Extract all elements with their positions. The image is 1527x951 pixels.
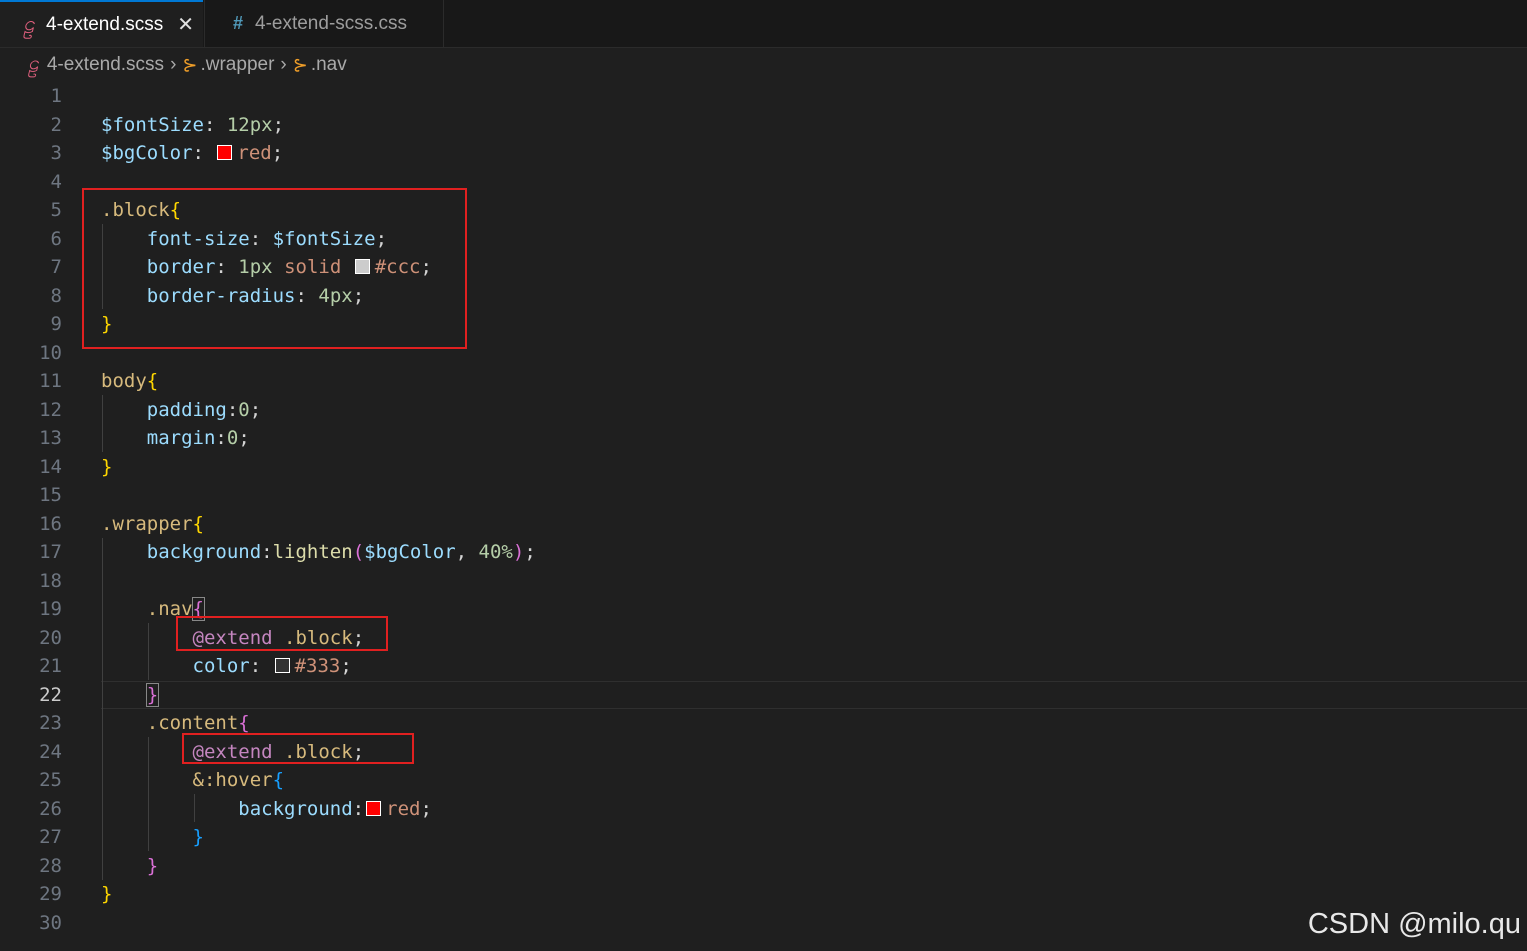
breadcrumb-file[interactable]: 4-extend.scss	[47, 54, 164, 76]
color-swatch[interactable]	[217, 145, 233, 160]
chevron-right-icon: ›	[170, 54, 177, 75]
tab-label: 4-extend.scss	[46, 13, 164, 35]
code-line: .wrapper{	[101, 512, 204, 535]
line-number: 30	[39, 911, 62, 934]
code-line: &:hover{	[192, 769, 285, 791]
editor-tab-bar: ဠ 4-extend.scss ✕ # 4-extend-scss.css	[0, 0, 1527, 48]
code-line: $fontSize: 12px;	[101, 113, 285, 136]
highlight-box-extend-content	[182, 733, 414, 764]
code-line: padding:0;	[146, 398, 262, 421]
symbol-class-icon: ⊱	[292, 54, 308, 75]
code-line: margin:0;	[146, 427, 250, 449]
color-swatch[interactable]	[366, 800, 382, 816]
sass-icon: ဠ	[23, 12, 35, 35]
breadcrumb-item-nav[interactable]: .nav	[311, 54, 347, 76]
tab-4-extend-scss-css[interactable]: # 4-extend-scss.css	[204, 0, 444, 47]
code-line: }	[145, 682, 160, 707]
highlight-box-block	[82, 188, 467, 349]
close-icon[interactable]: ✕	[177, 12, 194, 37]
tab-label: 4-extend-scss.css	[255, 12, 408, 34]
code-line: body{	[101, 370, 159, 392]
code-line: }	[101, 455, 113, 478]
line-number: 15	[39, 484, 62, 506]
breadcrumb-item-wrapper[interactable]: .wrapper	[200, 54, 274, 76]
code-line: color: #333;	[192, 655, 352, 677]
watermark: CSDN @milo.qu	[1307, 908, 1521, 940]
code-line: }	[101, 883, 113, 905]
code-line: background: red;	[238, 797, 432, 820]
symbol-class-icon: ⊱	[182, 54, 198, 75]
breadcrumb: ဠ 4-extend.scss › ⊱ .wrapper › ⊱ .nav	[0, 48, 1527, 82]
line-number: 18	[39, 569, 62, 592]
css-hash-icon: #	[232, 13, 243, 33]
color-swatch[interactable]	[274, 658, 290, 673]
tab-4-extend-scss[interactable]: ဠ 4-extend.scss ✕	[0, 0, 203, 47]
sass-icon: ဠ	[28, 53, 39, 74]
highlight-box-extend-nav	[176, 616, 388, 651]
code-line: }	[146, 854, 159, 877]
chevron-right-icon: ›	[280, 54, 287, 75]
code-line: $bgColor: red;	[101, 142, 284, 164]
code-line: }	[192, 826, 204, 848]
line-number: 1	[50, 85, 62, 107]
code-line: background:lighten($bgColor, 40%);	[146, 541, 536, 563]
code-editor[interactable]: 1 2 3 4 5 6 7 8 9 10 11 12 13 14 15 16 17 18 19 20 21 22 23 24 2…	[0, 82, 1527, 951]
